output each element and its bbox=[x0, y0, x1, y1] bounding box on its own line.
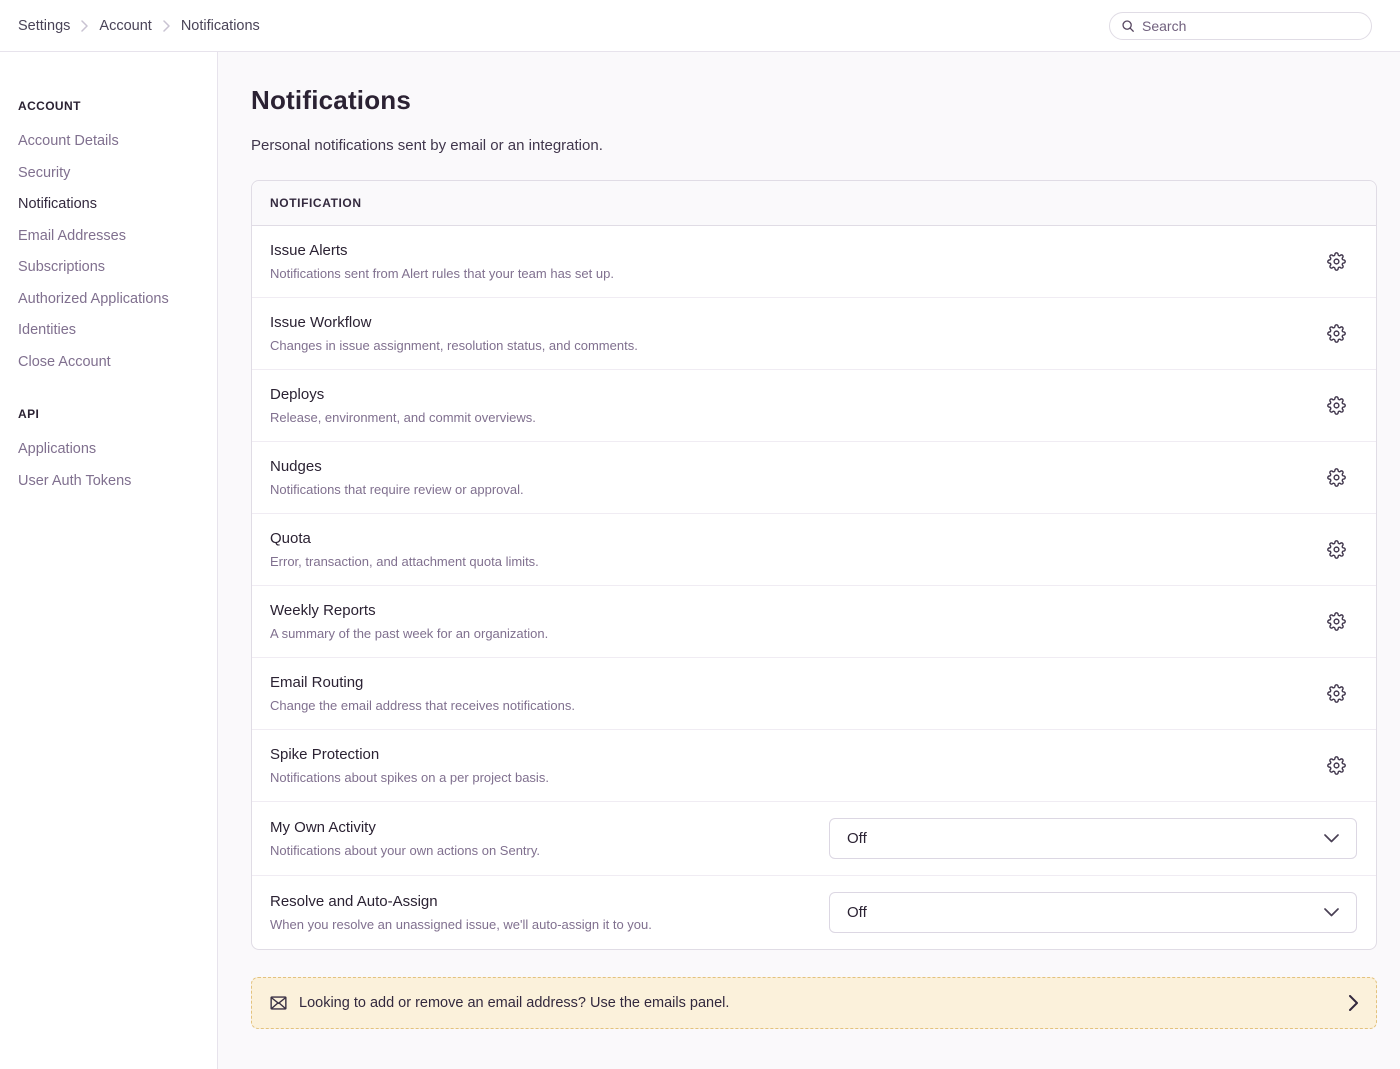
row-resolve-auto-assign: Resolve and Auto-Assign When you resolve… bbox=[252, 876, 1376, 949]
sidebar-item-applications[interactable]: Applications bbox=[18, 434, 205, 466]
sidebar-item-identities[interactable]: Identities bbox=[18, 315, 205, 347]
row-description: Change the email address that receives n… bbox=[270, 698, 575, 714]
sidebar-section-api: API Applications User Auth Tokens bbox=[18, 407, 205, 497]
row-title: Issue Workflow bbox=[270, 313, 638, 332]
gear-icon bbox=[1327, 684, 1346, 703]
sidebar-item-user-auth-tokens[interactable]: User Auth Tokens bbox=[18, 466, 205, 498]
row-issue-workflow: Issue Workflow Changes in issue assignme… bbox=[252, 298, 1376, 370]
row-email-routing: Email Routing Change the email address t… bbox=[252, 658, 1376, 730]
row-title: Weekly Reports bbox=[270, 601, 548, 620]
search-icon bbox=[1121, 19, 1135, 33]
breadcrumb-separator-icon bbox=[81, 20, 88, 32]
row-description: Notifications about your own actions on … bbox=[270, 843, 540, 859]
page-title: Notifications bbox=[251, 85, 1377, 116]
breadcrumb: Settings Account Notifications bbox=[18, 18, 260, 34]
row-title: Nudges bbox=[270, 457, 524, 476]
row-deploys: Deploys Release, environment, and commit… bbox=[252, 370, 1376, 442]
gear-icon bbox=[1327, 468, 1346, 487]
row-weekly-reports: Weekly Reports A summary of the past wee… bbox=[252, 586, 1376, 658]
row-title: Resolve and Auto-Assign bbox=[270, 892, 652, 911]
sidebar-item-subscriptions[interactable]: Subscriptions bbox=[18, 252, 205, 284]
row-description: A summary of the past week for an organi… bbox=[270, 626, 548, 642]
gear-icon bbox=[1327, 396, 1346, 415]
search-box[interactable] bbox=[1109, 12, 1372, 40]
row-description: Release, environment, and commit overvie… bbox=[270, 410, 536, 426]
settings-sidebar: ACCOUNT Account Details Security Notific… bbox=[0, 52, 218, 1069]
issue-workflow-settings-button[interactable] bbox=[1326, 324, 1346, 344]
row-description: Changes in issue assignment, resolution … bbox=[270, 338, 638, 354]
row-title: Spike Protection bbox=[270, 745, 549, 764]
top-header: Settings Account Notifications bbox=[0, 0, 1400, 52]
sidebar-heading-account: ACCOUNT bbox=[18, 99, 205, 113]
row-issue-alerts: Issue Alerts Notifications sent from Ale… bbox=[252, 226, 1376, 298]
page-subtitle: Personal notifications sent by email or … bbox=[251, 137, 1377, 154]
select-value: Off bbox=[847, 830, 867, 847]
row-description: Notifications that require review or app… bbox=[270, 482, 524, 498]
banner-text: Looking to add or remove an email addres… bbox=[299, 995, 729, 1011]
nudges-settings-button[interactable] bbox=[1326, 468, 1346, 488]
row-title: Deploys bbox=[270, 385, 536, 404]
row-description: When you resolve an unassigned issue, we… bbox=[270, 917, 652, 933]
sidebar-item-authorized-applications[interactable]: Authorized Applications bbox=[18, 284, 205, 316]
select-value: Off bbox=[847, 904, 867, 921]
row-title: Quota bbox=[270, 529, 539, 548]
chevron-down-icon bbox=[1324, 908, 1339, 917]
breadcrumb-settings[interactable]: Settings bbox=[18, 18, 70, 34]
my-own-activity-select[interactable]: Off bbox=[829, 818, 1357, 859]
row-description: Notifications about spikes on a per proj… bbox=[270, 770, 549, 786]
sidebar-item-close-account[interactable]: Close Account bbox=[18, 347, 205, 379]
notifications-panel: NOTIFICATION Issue Alerts Notifications … bbox=[251, 180, 1377, 950]
sidebar-heading-api: API bbox=[18, 407, 205, 421]
quota-settings-button[interactable] bbox=[1326, 540, 1346, 560]
breadcrumb-notifications[interactable]: Notifications bbox=[181, 18, 260, 34]
deploys-settings-button[interactable] bbox=[1326, 396, 1346, 416]
chevron-right-icon bbox=[1349, 995, 1358, 1011]
email-routing-settings-button[interactable] bbox=[1326, 684, 1346, 704]
search-input[interactable] bbox=[1142, 18, 1360, 34]
mail-icon bbox=[270, 996, 287, 1010]
issue-alerts-settings-button[interactable] bbox=[1326, 252, 1346, 272]
row-title: Email Routing bbox=[270, 673, 575, 692]
weekly-reports-settings-button[interactable] bbox=[1326, 612, 1346, 632]
gear-icon bbox=[1327, 612, 1346, 631]
row-spike-protection: Spike Protection Notifications about spi… bbox=[252, 730, 1376, 802]
sidebar-item-security[interactable]: Security bbox=[18, 158, 205, 190]
gear-icon bbox=[1327, 540, 1346, 559]
breadcrumb-account[interactable]: Account bbox=[99, 18, 151, 34]
row-nudges: Nudges Notifications that require review… bbox=[252, 442, 1376, 514]
row-title: Issue Alerts bbox=[270, 241, 614, 260]
resolve-auto-assign-select[interactable]: Off bbox=[829, 892, 1357, 933]
emails-panel-banner[interactable]: Looking to add or remove an email addres… bbox=[251, 977, 1377, 1029]
row-description: Notifications sent from Alert rules that… bbox=[270, 266, 614, 282]
sidebar-item-account-details[interactable]: Account Details bbox=[18, 126, 205, 158]
row-my-own-activity: My Own Activity Notifications about your… bbox=[252, 802, 1376, 876]
sidebar-section-account: ACCOUNT Account Details Security Notific… bbox=[18, 99, 205, 378]
gear-icon bbox=[1327, 756, 1346, 775]
main-content: Notifications Personal notifications sen… bbox=[218, 52, 1400, 1069]
sidebar-item-email-addresses[interactable]: Email Addresses bbox=[18, 221, 205, 253]
row-description: Error, transaction, and attachment quota… bbox=[270, 554, 539, 570]
gear-icon bbox=[1327, 324, 1346, 343]
sidebar-item-notifications[interactable]: Notifications bbox=[18, 189, 205, 221]
gear-icon bbox=[1327, 252, 1346, 271]
breadcrumb-separator-icon bbox=[163, 20, 170, 32]
panel-header: NOTIFICATION bbox=[252, 181, 1376, 226]
spike-protection-settings-button[interactable] bbox=[1326, 756, 1346, 776]
row-title: My Own Activity bbox=[270, 818, 540, 837]
chevron-down-icon bbox=[1324, 834, 1339, 843]
row-quota: Quota Error, transaction, and attachment… bbox=[252, 514, 1376, 586]
